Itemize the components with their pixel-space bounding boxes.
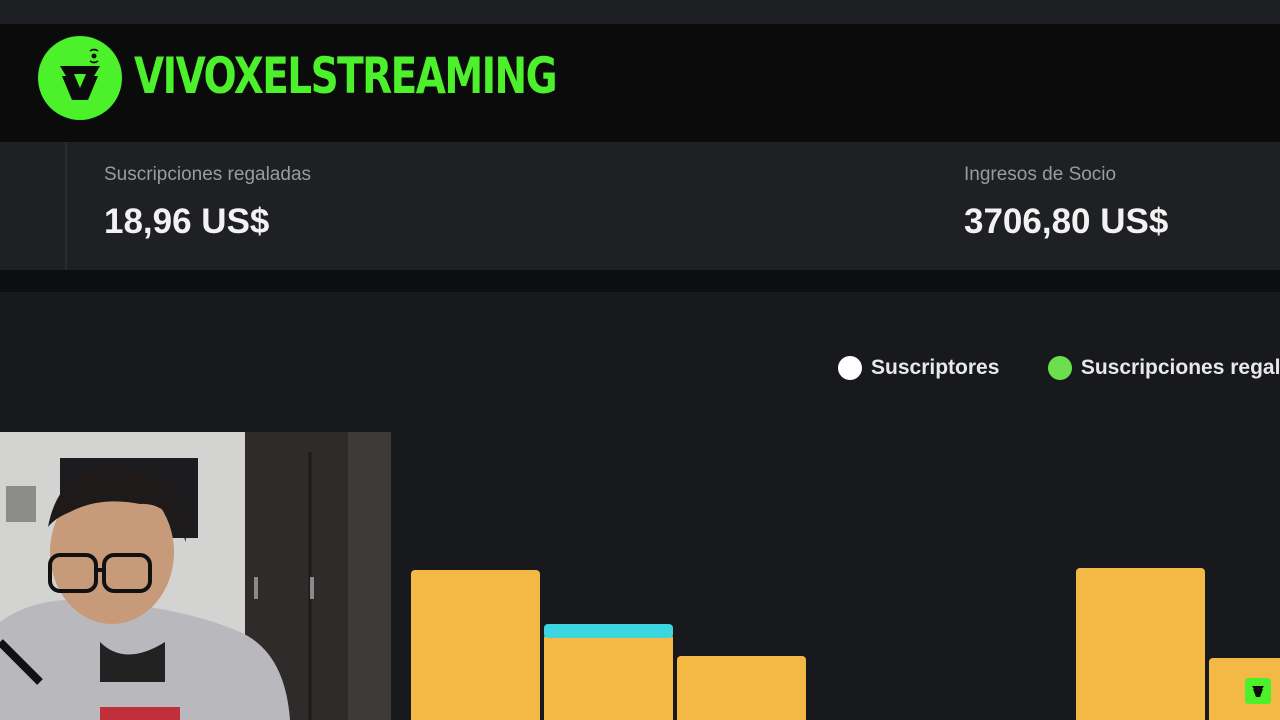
brand-logo-icon: [38, 36, 122, 120]
stats-panel: Suscripciones regaladas 18,96 US$ Ingres…: [0, 142, 1280, 270]
brand-banner: VIVOXELSTREAMING: [0, 24, 1280, 142]
stat-label: Suscripciones regaladas: [104, 164, 312, 185]
legend-dot-white: [838, 356, 862, 380]
corner-logo-icon: [1245, 678, 1271, 704]
stat-partner-income: Ingresos de Socio 3706,80 US$: [964, 162, 1168, 244]
stat-label: Ingresos de Socio: [964, 164, 1117, 185]
bar-suscriptores-1[interactable]: [544, 634, 673, 720]
separator-band: [0, 270, 1280, 292]
stream-overlay-page: VIVOXELSTREAMING Suscripciones regaladas…: [0, 0, 1280, 720]
bar-suscriptores-0[interactable]: [411, 570, 540, 720]
brand-name: VIVOXELSTREAMING: [134, 47, 558, 105]
legend-label: Suscripciones regaladas: [1080, 356, 1280, 379]
stat-gifted-subs: Suscripciones regaladas 18,96 US$: [104, 162, 311, 244]
bar-suscriptores-2[interactable]: [677, 656, 806, 720]
top-strip: [0, 0, 1280, 24]
bar-suscriptores-5[interactable]: [1076, 568, 1205, 720]
legend-item-suscripciones-regaladas[interactable]: Suscripciones regaladas: [1047, 356, 1280, 380]
chart-legend: Suscriptores Suscripciones regaladas: [838, 356, 1280, 380]
stat-value: 18,96 US$: [104, 202, 270, 241]
stats-divider: [65, 142, 67, 270]
legend-item-suscriptores[interactable]: Suscriptores: [838, 356, 999, 380]
webcam-feed: [0, 432, 391, 720]
stat-value: 3706,80 US$: [964, 202, 1169, 241]
legend-dot-green: [1047, 356, 1072, 380]
legend-label: Suscriptores: [871, 356, 1000, 379]
bar-extra-1[interactable]: [544, 624, 673, 638]
